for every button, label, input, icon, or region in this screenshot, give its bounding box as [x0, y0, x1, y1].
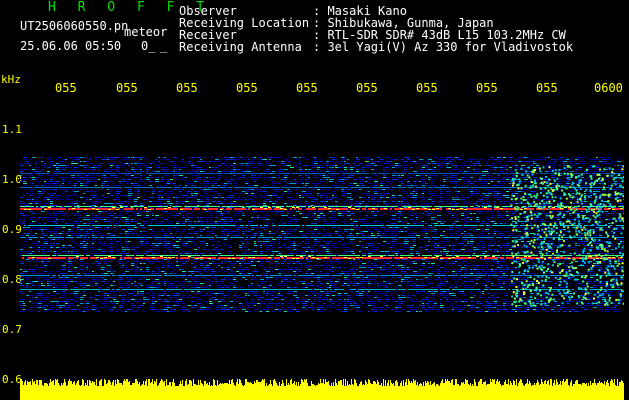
underscore-label: _: [160, 39, 168, 53]
y-tick: 1.0: [2, 173, 22, 186]
meteor-tag: meteor: [124, 25, 168, 39]
x-tick: 055: [176, 81, 198, 95]
x-tick: 055: [296, 81, 318, 95]
y-tick: 0.8: [2, 273, 22, 286]
zero-label: 0_: [141, 39, 156, 53]
antenna-value: : 3el Yagi(V) Az 330 for Vladivostok: [313, 40, 574, 54]
axis-unit-label: kHz: [1, 73, 21, 86]
x-tick: 055: [236, 81, 258, 95]
x-tick: 055: [116, 81, 138, 95]
antenna-label: Receiving Antenna: [179, 40, 302, 54]
y-tick: 0.9: [2, 223, 22, 236]
timestamp: 25.06.06 05:50: [20, 39, 122, 53]
y-tick: 1.1: [2, 123, 22, 136]
x-tick: 055: [55, 81, 77, 95]
spectrogram-canvas: [20, 157, 624, 400]
x-tick: 055: [536, 81, 558, 95]
x-tick: 055: [356, 81, 378, 95]
y-tick: 0.6: [2, 373, 22, 386]
x-tick: 055: [476, 81, 498, 95]
x-tick: 055: [416, 81, 438, 95]
spectrogram: [20, 95, 624, 400]
file-name: UT2506060550.pn: [20, 19, 129, 33]
y-tick: 0.7: [2, 323, 22, 336]
x-tick: 0600: [594, 81, 623, 95]
